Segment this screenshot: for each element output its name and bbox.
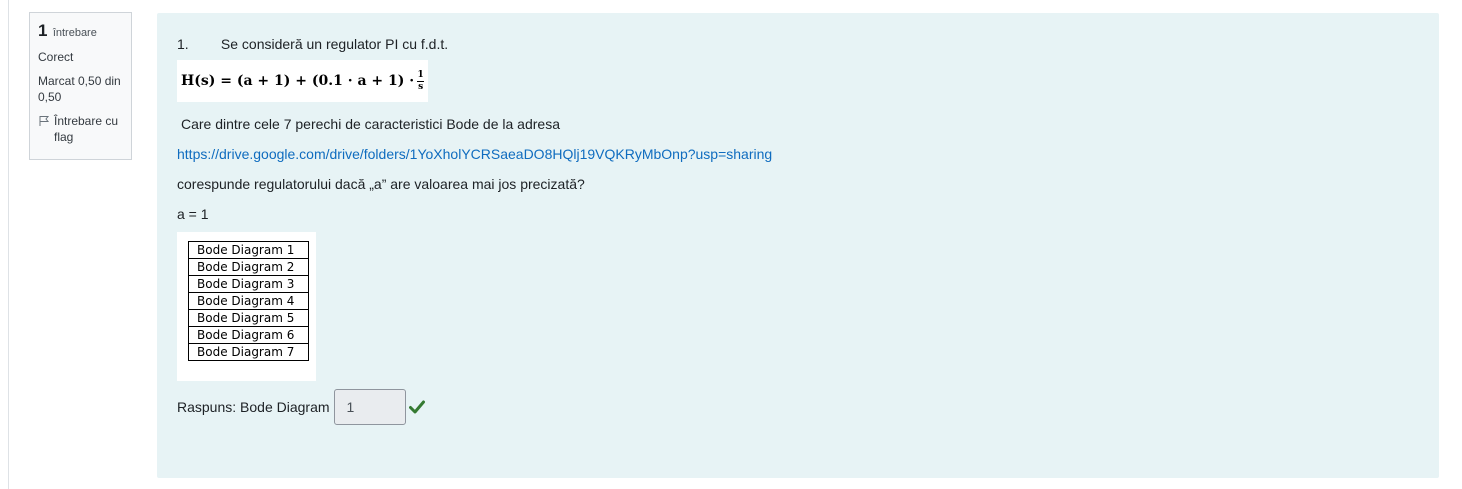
fraction-numerator: 1 xyxy=(417,69,424,80)
flag-question-link[interactable]: Întrebare cu flag xyxy=(38,113,123,145)
question-number: 1 xyxy=(38,21,48,40)
table-row: Bode Diagram 1 xyxy=(188,241,309,259)
formula-fraction: 1 s xyxy=(417,69,425,92)
formula-text: H(s) = (a + 1) + (0.1 · a + 1) · xyxy=(181,73,415,89)
options-table: Bode Diagram 1 Bode Diagram 2 Bode Diagr… xyxy=(188,241,309,361)
table-row: Bode Diagram 5 xyxy=(188,309,309,327)
answer-row: Raspuns: Bode Diagram xyxy=(177,389,425,425)
options-table-image: Bode Diagram 1 Bode Diagram 2 Bode Diagr… xyxy=(177,232,316,381)
flag-icon xyxy=(39,116,50,126)
table-row: Bode Diagram 3 xyxy=(188,275,309,293)
page-border xyxy=(8,0,9,489)
table-row: Bode Diagram 4 xyxy=(188,292,309,310)
answer-label: Raspuns: Bode Diagram xyxy=(177,399,330,415)
answer-input[interactable] xyxy=(333,389,406,425)
question-text-corespunde: corespunde regulatorului dacă „a” are va… xyxy=(177,176,585,192)
table-cell: Bode Diagram 5 xyxy=(188,309,309,327)
table-cell: Bode Diagram 1 xyxy=(188,241,309,259)
fraction-denominator: s xyxy=(418,81,424,92)
question-grade: Marcat 0,50 din 0,50 xyxy=(38,74,121,104)
question-info-panel: 1 întrebare Corect Marcat 0,50 din 0,50 … xyxy=(29,12,132,160)
question-word: întrebare xyxy=(52,27,97,39)
table-cell: Bode Diagram 2 xyxy=(188,258,309,276)
table-cell: Bode Diagram 7 xyxy=(188,343,309,361)
item-number: 1. xyxy=(177,36,189,52)
table-row: Bode Diagram 7 xyxy=(188,343,309,361)
question-content: 1. Se consideră un regulator PI cu f.d.t… xyxy=(157,13,1439,478)
a-value: a = 1 xyxy=(177,206,209,222)
table-cell: Bode Diagram 3 xyxy=(188,275,309,293)
drive-link[interactable]: https://drive.google.com/drive/folders/1… xyxy=(177,146,772,162)
table-cell: Bode Diagram 6 xyxy=(188,326,309,344)
check-icon xyxy=(408,400,425,414)
question-intro: 1. Se consideră un regulator PI cu f.d.t… xyxy=(177,36,448,52)
flag-label: Întrebare cu flag xyxy=(54,114,119,144)
table-row: Bode Diagram 2 xyxy=(188,258,309,276)
question-text-care: Care dintre cele 7 perechi de caracteris… xyxy=(181,116,560,132)
table-row: Bode Diagram 6 xyxy=(188,326,309,344)
table-cell: Bode Diagram 4 xyxy=(188,292,309,310)
intro-text: Se consideră un regulator PI cu f.d.t. xyxy=(220,36,449,52)
question-state: Corect xyxy=(38,50,74,64)
transfer-function-formula: H(s) = (a + 1) + (0.1 · a + 1) · 1 s xyxy=(177,60,429,102)
